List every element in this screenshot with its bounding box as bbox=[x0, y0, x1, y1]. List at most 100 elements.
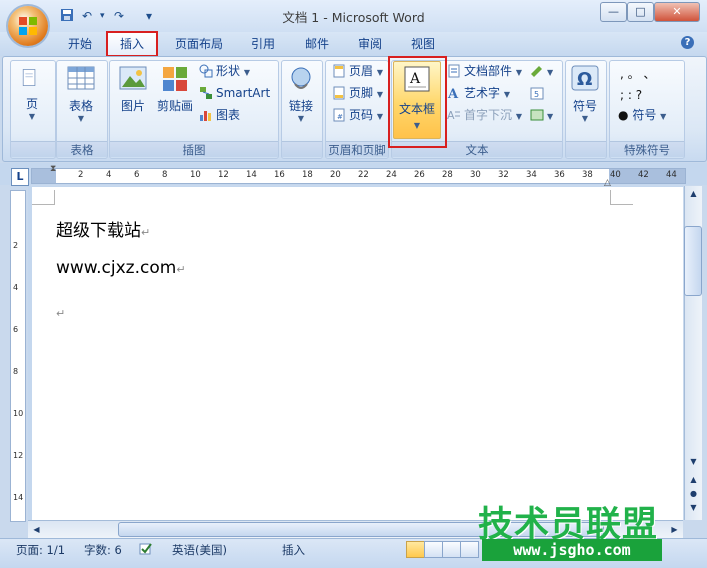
signature-line-button[interactable]: ▼ bbox=[530, 62, 553, 80]
quick-parts-label: 文档部件 bbox=[464, 64, 513, 78]
document-line-3[interactable]: ↵ bbox=[56, 302, 65, 322]
view-web-layout-icon[interactable] bbox=[442, 541, 461, 558]
shapes-icon bbox=[199, 64, 213, 78]
symbol-button[interactable]: Ω 符号 ▼ bbox=[568, 64, 602, 124]
close-button[interactable]: ✕ bbox=[654, 2, 700, 22]
page-number-label: 页码 bbox=[349, 108, 374, 122]
status-word-count[interactable]: 字数: 6 bbox=[84, 542, 122, 558]
clipart-button[interactable]: 剪贴画 bbox=[155, 64, 195, 114]
maximize-button[interactable]: □ bbox=[627, 2, 654, 22]
svg-text:#: # bbox=[337, 113, 343, 121]
scroll-right-icon[interactable]: ▶ bbox=[666, 522, 683, 537]
scroll-down-icon[interactable]: ▼ bbox=[685, 454, 702, 469]
signature-icon bbox=[531, 66, 542, 77]
tab-mailings[interactable]: 邮件 bbox=[297, 34, 337, 54]
tab-insert[interactable]: 插入 bbox=[106, 31, 158, 57]
minimize-button[interactable]: — bbox=[600, 2, 627, 22]
chevron-down-icon: ▼ bbox=[581, 114, 589, 123]
page-number-icon: # bbox=[333, 108, 345, 122]
scroll-left-icon[interactable]: ◀ bbox=[28, 522, 45, 537]
picture-button[interactable]: 图片 bbox=[114, 64, 152, 114]
ruler-tick-label: 8 bbox=[162, 170, 168, 180]
ruler-tick-label: 34 bbox=[526, 170, 537, 180]
svg-text:Ω: Ω bbox=[577, 69, 592, 90]
ruler-tick-label: 32 bbox=[498, 170, 509, 180]
indent-marker-icon[interactable]: ⧗ bbox=[50, 164, 56, 174]
group-label-tables: 表格 bbox=[57, 141, 107, 157]
chevron-down-icon: ▼ bbox=[515, 68, 522, 77]
chevron-down-icon: ▼ bbox=[243, 68, 250, 77]
tab-selector[interactable]: L bbox=[11, 168, 29, 186]
page-icon bbox=[22, 69, 36, 86]
chevron-down-icon: ▼ bbox=[376, 112, 383, 121]
vruler-tick-label: 10 bbox=[13, 409, 24, 418]
chevron-down-icon: ▼ bbox=[77, 114, 85, 123]
tab-home[interactable]: 开始 bbox=[60, 34, 100, 54]
chevron-down-icon: ▼ bbox=[547, 68, 554, 77]
header-button[interactable]: 页眉 ▼ bbox=[332, 62, 383, 80]
dropcap-button[interactable]: A 首字下沉 ▼ bbox=[447, 106, 522, 124]
special-symbols-row2[interactable]: ; : ? bbox=[620, 86, 642, 104]
horizontal-ruler[interactable]: 2 4 6 8 10 12 14 16 18 20 22 24 26 28 30 32 34 36 38 40 42 44 bbox=[31, 168, 686, 184]
paragraph-mark-icon: ↵ bbox=[176, 263, 186, 276]
pages-button[interactable]: 页 ▼ bbox=[14, 66, 50, 122]
textbox-highlight-box bbox=[388, 56, 447, 148]
quick-parts-button[interactable]: 文档部件 ▼ bbox=[447, 62, 522, 80]
ruler-tick-label: 6 bbox=[134, 170, 140, 180]
links-button-label: 链接 bbox=[288, 99, 313, 113]
vertical-scroll-thumb[interactable] bbox=[684, 226, 702, 296]
ruler-tick-label: 24 bbox=[386, 170, 397, 180]
date-time-icon: 5 bbox=[530, 87, 544, 100]
view-full-screen-reading-icon[interactable] bbox=[424, 541, 443, 558]
status-insert-mode[interactable]: 插入 bbox=[282, 542, 305, 558]
svg-text:5: 5 bbox=[534, 90, 539, 99]
tab-review[interactable]: 审阅 bbox=[350, 34, 390, 54]
margin-corner-top-left bbox=[32, 190, 55, 205]
clipart-icon bbox=[163, 67, 187, 91]
watermark-url: www.jsgho.com bbox=[482, 539, 662, 561]
special-symbol-button[interactable]: ● 符号 ▼ bbox=[618, 106, 666, 124]
select-browse-object-icon[interactable]: ● bbox=[685, 486, 702, 501]
ruler-tick-label: 38 bbox=[582, 170, 593, 180]
chevron-down-icon: ▼ bbox=[376, 68, 383, 77]
chevron-down-icon: ▼ bbox=[515, 112, 522, 121]
wordart-button[interactable]: A 艺术字 ▼ bbox=[447, 84, 510, 102]
office-logo-icon bbox=[19, 17, 37, 35]
object-button[interactable]: ▼ bbox=[530, 106, 553, 124]
view-print-layout-icon[interactable] bbox=[406, 541, 425, 558]
smartart-button[interactable]: SmartArt bbox=[199, 84, 270, 102]
date-time-button[interactable]: 5 bbox=[530, 84, 547, 102]
view-outline-icon[interactable] bbox=[460, 541, 479, 558]
clipart-button-label: 剪贴画 bbox=[156, 99, 193, 113]
scroll-up-icon[interactable]: ▲ bbox=[685, 186, 702, 201]
vertical-ruler[interactable]: 2 4 6 8 10 12 14 bbox=[10, 190, 26, 522]
office-button[interactable] bbox=[8, 6, 48, 46]
tab-references[interactable]: 引用 bbox=[243, 34, 283, 54]
table-button-label: 表格 bbox=[68, 99, 93, 113]
page-number-button[interactable]: # 页码 ▼ bbox=[332, 106, 383, 124]
chevron-down-icon: ▼ bbox=[28, 112, 36, 121]
pages-button-label: 页 bbox=[25, 97, 38, 111]
chart-button[interactable]: 图表 bbox=[199, 106, 240, 124]
next-page-icon[interactable]: ▼ bbox=[685, 500, 702, 515]
table-button[interactable]: 表格 ▼ bbox=[60, 64, 102, 124]
group-label-illustrations: 插图 bbox=[110, 141, 278, 157]
document-line-2[interactable]: www.cjxz.com↵ bbox=[56, 258, 186, 278]
tab-view[interactable]: 视图 bbox=[403, 34, 443, 54]
help-icon[interactable]: ? bbox=[681, 36, 694, 49]
previous-page-icon[interactable]: ▲ bbox=[685, 472, 702, 487]
status-page[interactable]: 页面: 1/1 bbox=[16, 542, 65, 558]
ruler-tick-label: 18 bbox=[302, 170, 313, 180]
wordart-icon: A bbox=[447, 87, 459, 100]
smartart-icon bbox=[200, 87, 212, 99]
document-line-1[interactable]: 超级下载站↵ bbox=[56, 216, 150, 241]
ruler-tick-label: 36 bbox=[554, 170, 565, 180]
special-symbols-row1[interactable]: , 。 、 bbox=[620, 65, 655, 83]
links-button[interactable]: 链接 ▼ bbox=[284, 64, 318, 124]
footer-button[interactable]: 页脚 ▼ bbox=[332, 84, 383, 102]
shapes-button[interactable]: 形状 ▼ bbox=[199, 62, 250, 80]
ruler-tick-label: 14 bbox=[246, 170, 257, 180]
status-language[interactable]: 英语(美国) bbox=[172, 542, 227, 558]
tab-page-layout[interactable]: 页面布局 bbox=[168, 34, 230, 54]
proofing-icon[interactable] bbox=[138, 542, 154, 558]
